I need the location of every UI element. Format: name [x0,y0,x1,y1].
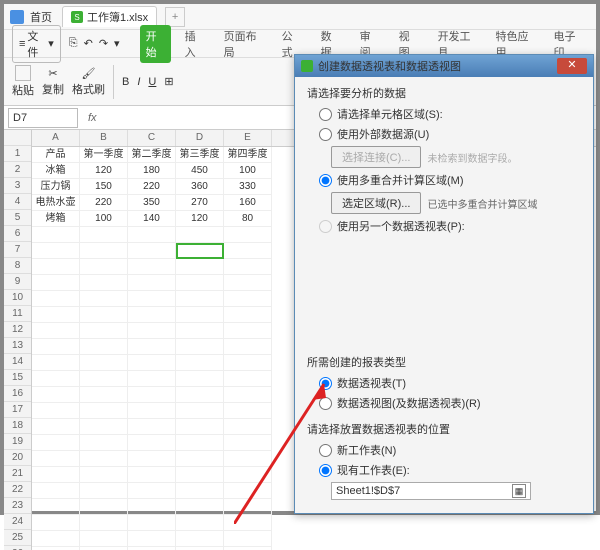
radio-external[interactable] [319,128,332,141]
format-brush-button[interactable]: 🖌格式刷 [72,67,105,97]
radio-cell-range[interactable] [319,108,332,121]
radio-pivot-table[interactable] [319,377,332,390]
quick-access-toolbar: ⎘ ↶ ↷ ▾ [69,37,120,50]
select-range-button[interactable]: 选定区域(R)... [331,192,421,214]
dialog-title: 创建数据透视表和数据透视图 [318,58,461,74]
dialog-icon [301,60,313,72]
choose-conn-button: 选择连接(C)... [331,146,421,168]
qat-redo-icon[interactable]: ↷ [99,37,108,50]
tab-insert[interactable]: 插入 [179,25,210,63]
section3-label: 请选择放置数据透视表的位置 [307,421,581,437]
radio-other-pivot [319,220,332,233]
location-input[interactable]: Sheet1!$D$7▦ [331,482,531,500]
tab-layout[interactable]: 页面布局 [218,25,268,63]
radio-new-sheet[interactable] [319,444,332,457]
pivot-dialog: 创建数据透视表和数据透视图 ✕ 请选择要分析的数据 请选择单元格区域(S): 使… [294,54,594,514]
qat-save-icon[interactable]: ⎘ [69,37,78,50]
section1-label: 请选择要分析的数据 [307,85,581,101]
home-tab[interactable]: 首页 [30,9,52,25]
workbook-name: 工作簿1.xlsx [87,9,148,25]
radio-existing-sheet[interactable] [319,464,332,477]
dialog-titlebar[interactable]: 创建数据透视表和数据透视图 ✕ [295,55,593,77]
paste-button[interactable]: 粘贴 [12,65,34,98]
qat-more-icon[interactable]: ▾ [114,37,120,50]
file-menu[interactable]: ≡文件▾ [12,25,61,63]
copy-button[interactable]: ✂复制 [42,67,64,97]
row-headers: for(let i=1;i<=30;i++)document.write('<d… [4,130,32,550]
range-picker-icon[interactable]: ▦ [512,484,526,498]
fx-icon[interactable]: fx [88,112,97,124]
radio-multi[interactable] [319,174,332,187]
close-icon[interactable]: ✕ [557,58,587,74]
selected-cell[interactable] [176,243,224,259]
radio-pivot-chart[interactable] [319,397,332,410]
name-box[interactable]: D7 [8,108,78,128]
app-icon [10,10,24,24]
section2-label: 所需创建的报表类型 [307,354,581,370]
sheet-icon: S [71,11,83,23]
tab-start[interactable]: 开始 [140,25,171,63]
new-tab-button[interactable]: + [165,7,185,27]
qat-undo-icon[interactable]: ↶ [84,37,93,50]
